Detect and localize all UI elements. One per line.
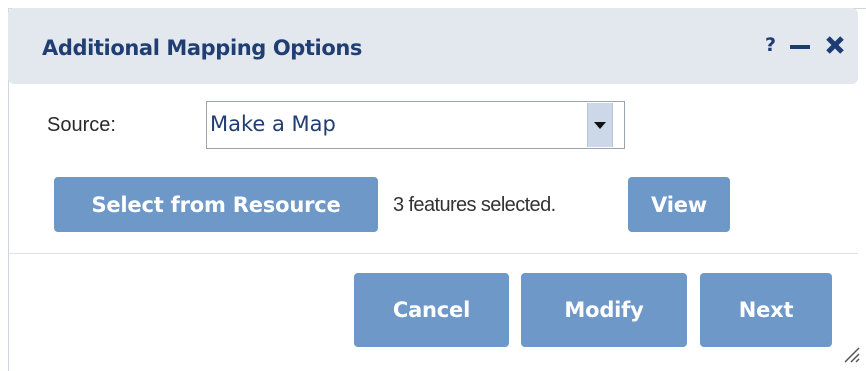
- source-select[interactable]: Make a Map: [206, 101, 625, 149]
- dialog-title: Additional Mapping Options: [42, 36, 363, 60]
- help-icon[interactable]: ?: [765, 34, 776, 56]
- titlebar-actions: ?: [765, 34, 846, 56]
- dialog-titlebar[interactable]: Additional Mapping Options ?: [8, 8, 858, 84]
- cancel-button[interactable]: Cancel: [354, 273, 509, 347]
- minimize-icon[interactable]: [790, 45, 810, 49]
- next-button[interactable]: Next: [700, 273, 832, 347]
- features-selected-status: 3 features selected.: [393, 194, 556, 216]
- source-select-value: Make a Map: [210, 112, 336, 136]
- modify-button[interactable]: Modify: [521, 273, 687, 347]
- close-icon[interactable]: [824, 34, 846, 56]
- select-from-resource-button[interactable]: Select from Resource: [54, 177, 378, 232]
- footer-divider: [9, 253, 858, 254]
- source-select-dropdown-button[interactable]: [587, 103, 613, 147]
- source-label: Source:: [47, 114, 116, 136]
- view-button[interactable]: View: [628, 177, 730, 232]
- resize-grip-icon[interactable]: [839, 342, 861, 364]
- chevron-down-icon: [594, 122, 606, 129]
